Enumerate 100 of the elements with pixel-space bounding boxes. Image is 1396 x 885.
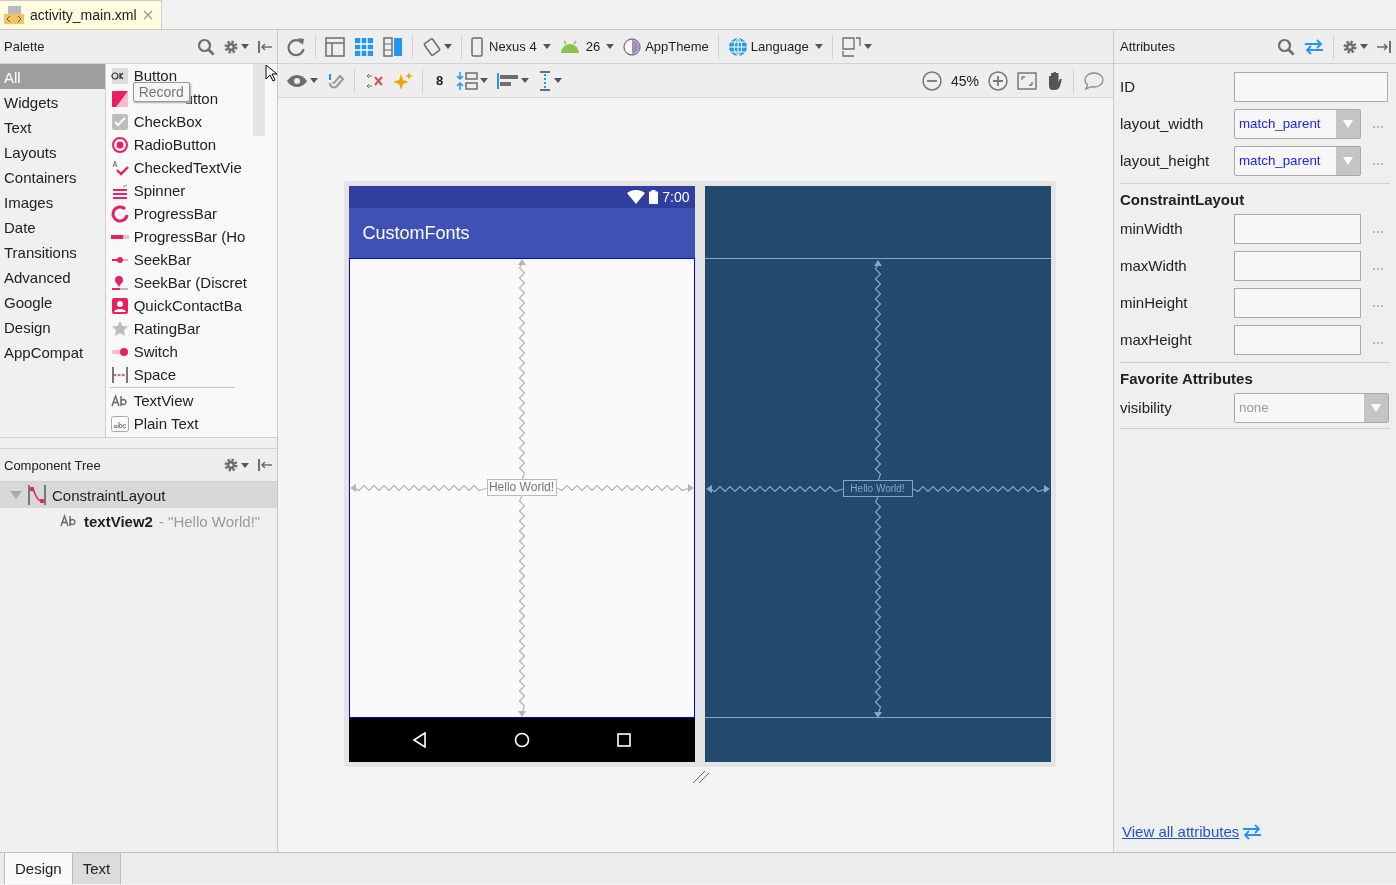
- more-icon[interactable]: [1373, 341, 1383, 345]
- category-item[interactable]: Images: [0, 189, 105, 214]
- constraint-spring[interactable]: [873, 496, 882, 718]
- hide-panel-icon[interactable]: [1376, 38, 1392, 55]
- wifi-icon: [627, 190, 646, 204]
- palette-item[interactable]: Spinner: [105, 179, 253, 202]
- back-icon: [411, 732, 428, 748]
- align-icon[interactable]: [497, 72, 520, 89]
- close-icon[interactable]: [142, 10, 153, 20]
- category-item[interactable]: Widgets: [0, 89, 105, 114]
- more-icon[interactable]: [1373, 125, 1383, 129]
- constraint-spring[interactable]: [517, 495, 526, 717]
- category-item[interactable]: Transitions: [0, 239, 105, 264]
- guideline-icon[interactable]: [538, 70, 553, 91]
- palette-item[interactable]: SeekBar: [105, 248, 253, 271]
- phone-icon: [471, 36, 483, 57]
- search-icon[interactable]: [1277, 37, 1295, 56]
- constraint-spring[interactable]: [517, 259, 526, 481]
- attribute-field[interactable]: [1234, 287, 1361, 318]
- collapse-icon[interactable]: [257, 38, 273, 55]
- editor-mode-tab[interactable]: Design: [4, 853, 73, 884]
- category-item[interactable]: Design: [0, 314, 105, 339]
- more-icon[interactable]: [1373, 267, 1383, 271]
- category-item[interactable]: Date: [0, 214, 105, 239]
- search-icon[interactable]: [197, 37, 215, 56]
- zoom-to-fit-icon[interactable]: [1017, 70, 1037, 91]
- theme-button[interactable]: AppTheme: [623, 37, 709, 56]
- infer-constraints-icon[interactable]: [393, 70, 413, 91]
- panel-title: Palette: [4, 39, 46, 54]
- split-view-icon[interactable]: [383, 36, 403, 57]
- app-title: CustomFonts: [362, 222, 470, 244]
- view-all-attributes-link[interactable]: View all attributes: [1122, 823, 1240, 840]
- caret-icon: [480, 78, 489, 83]
- recents-icon: [617, 733, 632, 747]
- attribute-dropdown[interactable]: match_parent: [1234, 108, 1361, 139]
- palette-item[interactable]: SeekBar (Discret: [105, 271, 253, 294]
- zoom-level: 45%: [950, 72, 979, 89]
- pan-hand-icon[interactable]: [1046, 70, 1064, 91]
- eye-icon[interactable]: [286, 73, 308, 88]
- layout-variants-icon[interactable]: [841, 36, 862, 57]
- palette-item[interactable]: CheckedTextVie: [105, 156, 253, 179]
- constraint-spring[interactable]: [911, 485, 1050, 493]
- blueprint-view-icon[interactable]: [354, 36, 374, 57]
- tree-node[interactable]: textView2 - "Hello World!": [0, 508, 277, 534]
- caret-icon: [814, 44, 823, 49]
- attribute-field[interactable]: [1234, 324, 1361, 355]
- constraint-spring[interactable]: [705, 485, 844, 493]
- orientation-icon[interactable]: [422, 36, 442, 57]
- more-icon[interactable]: [1373, 162, 1383, 166]
- settings-icon[interactable]: [223, 457, 239, 473]
- zoom-out-icon[interactable]: [921, 70, 942, 91]
- id-field[interactable]: [1234, 71, 1388, 102]
- clear-constraints-icon[interactable]: [364, 71, 384, 90]
- palette-item[interactable]: Plain Text: [105, 412, 253, 435]
- tree-node[interactable]: ConstraintLayout: [0, 482, 277, 508]
- pack-icon[interactable]: [456, 70, 479, 91]
- category-item[interactable]: Advanced: [0, 264, 105, 289]
- expand-arrow-icon[interactable]: [10, 490, 22, 500]
- constraint-spring[interactable]: [555, 484, 694, 492]
- more-icon[interactable]: [1373, 304, 1383, 308]
- resize-handle-icon[interactable]: [691, 770, 710, 784]
- palette-item[interactable]: Space: [105, 363, 253, 386]
- zoom-in-icon[interactable]: [988, 70, 1008, 91]
- language-dropdown[interactable]: Language: [727, 36, 823, 57]
- comment-icon[interactable]: [1083, 70, 1105, 91]
- design-view-icon[interactable]: [325, 36, 345, 57]
- palette-item[interactable]: TextView: [105, 389, 253, 412]
- settings-icon[interactable]: [223, 38, 239, 55]
- category-item[interactable]: Google: [0, 289, 105, 314]
- text-view[interactable]: Hello World!: [486, 479, 557, 496]
- attribute-label: visibility: [1120, 399, 1173, 416]
- settings-icon[interactable]: [1342, 38, 1358, 55]
- magnet-icon[interactable]: [327, 71, 345, 90]
- device-dropdown[interactable]: Nexus 4: [471, 36, 551, 57]
- attribute-dropdown[interactable]: match_parent: [1234, 145, 1361, 176]
- swap-icon[interactable]: [1303, 38, 1325, 55]
- api-level-dropdown[interactable]: 26: [559, 39, 615, 54]
- editor-tab[interactable]: activity_main.xml: [0, 0, 162, 29]
- more-icon[interactable]: [1373, 230, 1383, 234]
- attribute-field[interactable]: [1234, 250, 1361, 281]
- palette-item[interactable]: Switch: [105, 340, 253, 363]
- constraint-spring[interactable]: [349, 484, 488, 492]
- palette-item[interactable]: QuickContactBa: [105, 294, 253, 317]
- collapse-icon[interactable]: [257, 457, 273, 473]
- palette-item[interactable]: ProgressBar (Ho: [105, 225, 253, 248]
- category-item[interactable]: Text: [0, 114, 105, 139]
- category-item[interactable]: Containers: [0, 164, 105, 189]
- palette-item[interactable]: RadioButton: [105, 133, 253, 156]
- text-view[interactable]: Hello World!: [842, 480, 913, 497]
- attribute-field[interactable]: [1234, 213, 1361, 244]
- palette-item[interactable]: RatingBar: [105, 317, 253, 340]
- default-margin-button[interactable]: 8: [432, 73, 448, 88]
- refresh-icon[interactable]: [286, 36, 306, 57]
- palette-item[interactable]: CheckBox: [105, 110, 253, 133]
- editor-mode-tab[interactable]: Text: [72, 853, 122, 884]
- category-item[interactable]: Layouts: [0, 139, 105, 164]
- constraint-spring[interactable]: [873, 260, 882, 482]
- scrollbar-thumb[interactable]: [253, 64, 265, 136]
- category-item[interactable]: AppCompat: [0, 339, 105, 364]
- palette-item[interactable]: ProgressBar: [105, 202, 253, 225]
